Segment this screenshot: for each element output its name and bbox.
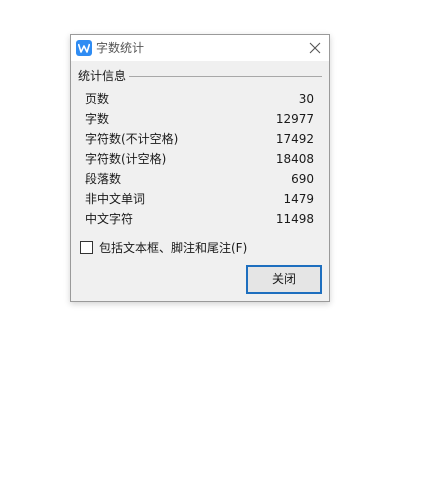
- stat-value: 690: [291, 172, 314, 186]
- stat-value: 30: [298, 92, 314, 106]
- include-textboxes-label[interactable]: 包括文本框、脚注和尾注(F): [99, 239, 247, 256]
- stat-label: 中文字符: [85, 212, 134, 226]
- stat-label: 字符数(不计空格): [85, 132, 179, 146]
- stat-value: 18408: [275, 152, 314, 166]
- stat-row-pages: 页数 30: [85, 89, 314, 109]
- wps-writer-icon: [76, 40, 92, 56]
- stat-label: 页数: [85, 92, 110, 106]
- stat-row-chars-with-spaces: 字符数(计空格) 18408: [85, 149, 314, 169]
- include-textboxes-checkbox-row[interactable]: 包括文本框、脚注和尾注(F): [80, 239, 247, 255]
- stat-label: 段落数: [85, 172, 122, 186]
- stat-row-non-chinese-words: 非中文单词 1479: [85, 189, 314, 209]
- window-title: 字数统计: [96, 41, 145, 55]
- stat-row-chars-no-spaces: 字符数(不计空格) 17492: [85, 129, 314, 149]
- stat-label: 字符数(计空格): [85, 152, 167, 166]
- stat-label: 非中文单词: [85, 192, 146, 206]
- word-count-dialog: 字数统计 统计信息 页数 30 字数 12977 字符数(不计空格) 17492…: [70, 34, 330, 302]
- stat-value: 12977: [275, 112, 314, 126]
- include-textboxes-checkbox[interactable]: [80, 240, 93, 254]
- stat-row-paragraphs: 段落数 690: [85, 169, 314, 189]
- stats-list: 页数 30 字数 12977 字符数(不计空格) 17492 字符数(计空格) …: [85, 89, 314, 229]
- stat-row-chinese-chars: 中文字符 11498: [85, 209, 314, 229]
- group-divider: [129, 76, 322, 77]
- stat-value: 17492: [275, 132, 314, 146]
- close-button[interactable]: 关闭: [246, 265, 322, 294]
- stat-label: 字数: [85, 112, 110, 126]
- stat-row-words: 字数 12977: [85, 109, 314, 129]
- title-bar: 字数统计: [71, 35, 329, 61]
- close-icon[interactable]: [305, 38, 325, 58]
- group-label: 统计信息: [78, 69, 127, 83]
- stat-value: 11498: [275, 212, 314, 226]
- stat-value: 1479: [283, 192, 314, 206]
